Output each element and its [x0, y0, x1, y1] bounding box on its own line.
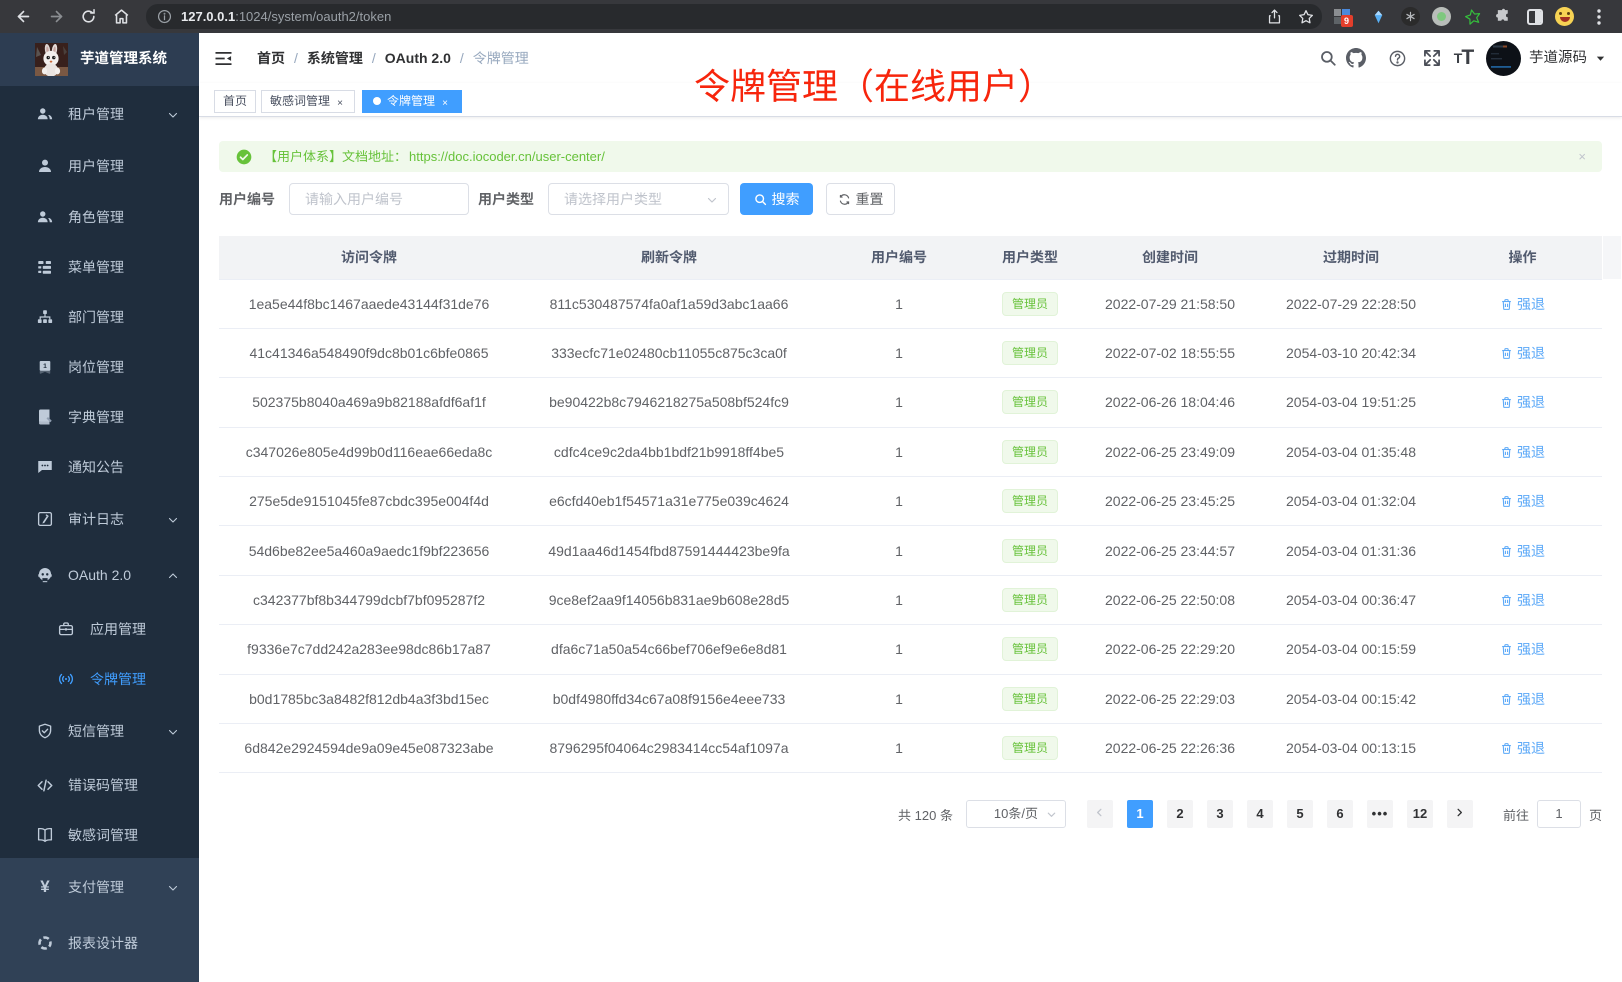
svg-text:1: 1: [43, 363, 47, 370]
